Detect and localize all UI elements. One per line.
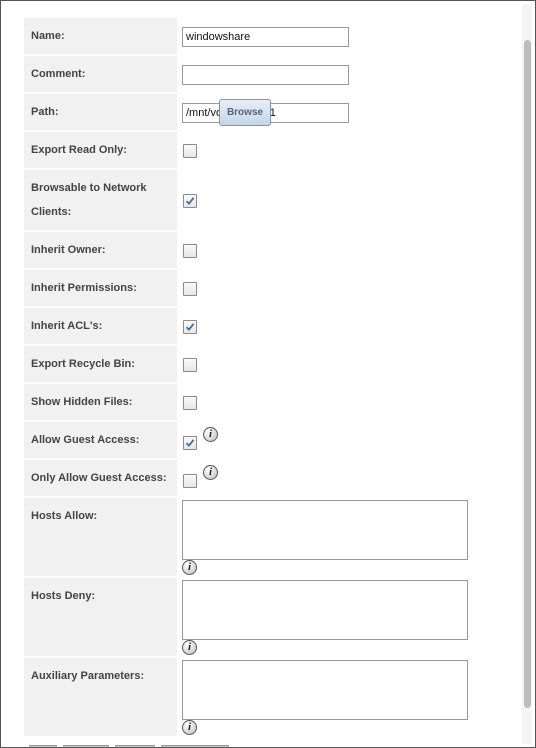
hosts-allow-textarea[interactable] [182,500,468,560]
browsable-checkbox[interactable] [183,194,197,208]
only-allow-guest-access-field-cell: i [177,460,484,496]
show-hidden-files-field-cell [177,384,484,420]
browse-button[interactable]: Browse [219,99,271,126]
info-icon[interactable]: i [182,720,197,735]
allow-guest-access-row: Allow Guest Access: i [24,422,484,458]
inherit-owner-row: Inherit Owner: [24,232,484,268]
hosts-deny-row: Hosts Deny: i [24,578,484,656]
info-icon[interactable]: i [203,427,218,442]
inherit-owner-label: Inherit Owner: [24,232,177,268]
browsable-label: Browsable to Network Clients: [24,170,177,230]
show-hidden-files-checkbox[interactable] [183,396,197,410]
export-recycle-bin-row: Export Recycle Bin: [24,346,484,382]
inherit-permissions-checkbox[interactable] [183,282,197,296]
browsable-field-cell [177,170,484,230]
name-row: Name: [24,18,484,54]
browsable-label-line2: Clients: [31,206,72,218]
inherit-acls-label: Inherit ACL's: [24,308,177,344]
path-label: Path: [24,94,177,130]
info-icon[interactable]: i [182,640,197,655]
name-label: Name: [24,18,177,54]
allow-guest-access-field-cell: i [177,422,484,458]
allow-guest-access-checkbox[interactable] [183,436,197,450]
hosts-deny-label: Hosts Deny: [24,578,177,656]
export-recycle-bin-label: Export Recycle Bin: [24,346,177,382]
hosts-allow-row: Hosts Allow: i [24,498,484,576]
hosts-allow-label: Hosts Allow: [24,498,177,576]
comment-label: Comment: [24,56,177,92]
dialog-window: Name: Comment: Path: Export Read Only: [0,0,536,748]
inherit-acls-checkbox[interactable] [183,320,197,334]
inherit-permissions-row: Inherit Permissions: [24,270,484,306]
browsable-row: Browsable to Network Clients: [24,170,484,230]
auxiliary-parameters-row: Auxiliary Parameters: i [24,658,484,736]
checkmark-icon [185,197,195,205]
export-read-only-checkbox[interactable] [183,144,197,158]
inherit-permissions-field-cell [177,270,484,306]
only-allow-guest-access-checkbox[interactable] [183,474,197,488]
info-icon[interactable]: i [203,465,218,480]
checkmark-icon [185,439,195,447]
export-read-only-field-cell [177,132,484,168]
show-hidden-files-row: Show Hidden Files: [24,384,484,420]
scrollbar-thumb[interactable] [524,40,531,708]
inherit-acls-row: Inherit ACL's: [24,308,484,344]
auxiliary-parameters-textarea[interactable] [182,660,468,720]
name-field-cell [177,18,484,54]
vertical-scrollbar[interactable] [522,4,532,744]
auxiliary-parameters-label: Auxiliary Parameters: [24,658,177,736]
share-settings-form: Name: Comment: Path: Export Read Only: [24,18,484,738]
comment-field-cell [177,56,484,92]
hosts-deny-textarea[interactable] [182,580,468,640]
inherit-owner-field-cell [177,232,484,268]
export-read-only-label: Export Read Only: [24,132,177,168]
comment-input[interactable] [182,65,349,85]
only-allow-guest-access-row: Only Allow Guest Access: i [24,460,484,496]
hosts-allow-field-cell: i [177,498,484,576]
allow-guest-access-label: Allow Guest Access: [24,422,177,458]
hosts-deny-field-cell: i [177,578,484,656]
info-icon[interactable]: i [182,560,197,575]
inherit-permissions-label: Inherit Permissions: [24,270,177,306]
inherit-acls-field-cell [177,308,484,344]
export-recycle-bin-checkbox[interactable] [183,358,197,372]
only-allow-guest-access-label: Only Allow Guest Access: [24,460,177,496]
comment-row: Comment: [24,56,484,92]
export-read-only-row: Export Read Only: [24,132,484,168]
export-recycle-bin-field-cell [177,346,484,382]
show-hidden-files-label: Show Hidden Files: [24,384,177,420]
name-input[interactable] [182,27,349,47]
checkmark-icon [185,323,195,331]
browsable-label-line1: Browsable to Network [31,182,147,194]
auxiliary-parameters-field-cell: i [177,658,484,736]
inherit-owner-checkbox[interactable] [183,244,197,258]
